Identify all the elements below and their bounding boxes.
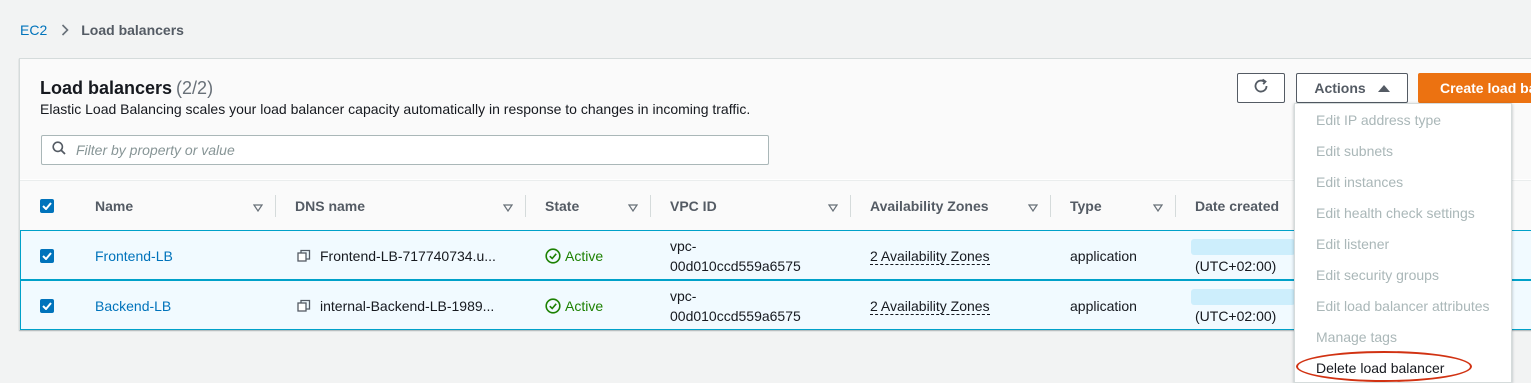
checkbox-checked-icon (42, 252, 52, 260)
column-vpc-label: VPC ID (670, 198, 717, 214)
status-text: Active (565, 298, 604, 314)
load-balancer-name-link[interactable]: Frontend-LB (95, 248, 173, 264)
type-cell: application (1070, 298, 1137, 314)
menu-item-edit-health-check-settings[interactable]: Edit health check settings (1295, 197, 1511, 228)
actions-label: Actions (1314, 80, 1366, 96)
column-divider (1175, 195, 1176, 217)
dns-name-text: internal-Backend-LB-1989... (320, 298, 495, 314)
column-header-az[interactable]: Availability Zones (870, 181, 1050, 231)
breadcrumb-ec2-link[interactable]: EC2 (20, 22, 47, 38)
create-label: Create load balancer (1440, 80, 1531, 96)
vpc-id-line1: vpc- (670, 288, 697, 304)
vpc-cell: vpc- 00d010ccd559a6575 (670, 231, 801, 281)
column-divider (1050, 195, 1051, 217)
type-cell: application (1070, 248, 1137, 264)
row-select-cell[interactable] (40, 281, 54, 331)
breadcrumb-current: Load balancers (81, 22, 184, 38)
vpc-id-line2: 00d010ccd559a6575 (670, 308, 801, 324)
selection-count: (2/2) (176, 78, 214, 98)
caret-up-icon (1377, 84, 1390, 92)
column-divider (850, 195, 851, 217)
page-title-text: Load balancers (40, 78, 173, 98)
copy-icon[interactable] (297, 299, 311, 313)
menu-item-edit-ip-address-type[interactable]: Edit IP address type (1295, 104, 1511, 135)
availability-zones-popover[interactable]: 2 Availability Zones (870, 298, 990, 315)
copy-icon[interactable] (297, 249, 311, 263)
row-checkbox[interactable] (40, 299, 54, 313)
dns-name-text: Frontend-LB-717740734.u... (320, 248, 496, 264)
page-title: Load balancers (2/2) (40, 78, 213, 99)
status-badge: Active (545, 298, 603, 314)
page-description: Elastic Load Balancing scales your load … (40, 101, 751, 117)
search-icon (52, 140, 66, 160)
column-name-label: Name (95, 198, 134, 214)
select-all-cell[interactable] (40, 181, 70, 231)
column-divider (525, 195, 526, 217)
state-cell: Active (545, 231, 603, 281)
menu-item-edit-load-balancer-attributes[interactable]: Edit load balancer attributes (1295, 290, 1511, 321)
date-timezone: (UTC+02:00) (1195, 308, 1277, 324)
column-header-vpc[interactable]: VPC ID (670, 181, 850, 231)
actions-button[interactable]: Actions (1296, 73, 1408, 103)
refresh-button[interactable] (1237, 73, 1285, 103)
az-cell: 2 Availability Zones (870, 281, 990, 331)
sort-icon[interactable] (1027, 199, 1039, 215)
refresh-icon (1252, 77, 1270, 100)
status-text: Active (565, 248, 604, 264)
name-cell: Frontend-LB (95, 231, 173, 281)
breadcrumb: EC2 Load balancers (20, 22, 184, 38)
menu-item-manage-tags[interactable]: Manage tags (1295, 321, 1511, 352)
select-all-checkbox[interactable] (40, 199, 54, 213)
check-circle-icon (545, 298, 561, 314)
create-load-balancer-button[interactable]: Create load balancer (1418, 73, 1531, 103)
column-type-label: Type (1070, 198, 1102, 214)
az-cell: 2 Availability Zones (870, 231, 990, 281)
check-circle-icon (545, 248, 561, 264)
load-balancer-name-link[interactable]: Backend-LB (95, 298, 171, 314)
column-divider (650, 195, 651, 217)
sort-icon[interactable] (252, 199, 264, 215)
row-select-cell[interactable] (40, 231, 54, 281)
column-date-label: Date created (1195, 198, 1280, 214)
vpc-cell: vpc- 00d010ccd559a6575 (670, 281, 801, 331)
date-cell: (UTC+02:00) (1195, 291, 1276, 341)
state-cell: Active (545, 281, 603, 331)
vpc-id-line1: vpc- (670, 238, 697, 254)
availability-zones-popover[interactable]: 2 Availability Zones (870, 248, 990, 265)
menu-item-edit-subnets[interactable]: Edit subnets (1295, 135, 1511, 166)
column-az-label: Availability Zones (870, 198, 989, 214)
name-cell: Backend-LB (95, 281, 171, 331)
menu-item-edit-instances[interactable]: Edit instances (1295, 166, 1511, 197)
column-header-type[interactable]: Type (1070, 181, 1175, 231)
filter-input[interactable] (76, 142, 736, 158)
filter-box[interactable] (41, 135, 769, 165)
column-header-dns[interactable]: DNS name (295, 181, 525, 231)
vpc-id-line2: 00d010ccd559a6575 (670, 258, 801, 274)
sort-icon[interactable] (502, 199, 514, 215)
dns-cell: internal-Backend-LB-1989... (297, 281, 494, 331)
actions-menu: Edit IP address type Edit subnets Edit i… (1294, 103, 1512, 383)
status-badge: Active (545, 248, 603, 264)
row-checkbox[interactable] (40, 249, 54, 263)
checkbox-checked-icon (42, 202, 52, 210)
menu-item-edit-security-groups[interactable]: Edit security groups (1295, 259, 1511, 290)
menu-item-delete-load-balancer[interactable]: Delete load balancer (1295, 352, 1511, 383)
menu-item-edit-listener[interactable]: Edit listener (1295, 228, 1511, 259)
column-header-date[interactable]: Date created (1195, 181, 1305, 231)
column-dns-label: DNS name (295, 198, 366, 214)
dns-cell: Frontend-LB-717740734.u... (297, 231, 496, 281)
date-timezone: (UTC+02:00) (1195, 258, 1277, 274)
column-header-name[interactable]: Name (95, 181, 275, 231)
sort-icon[interactable] (627, 199, 639, 215)
sort-icon[interactable] (827, 199, 839, 215)
checkbox-checked-icon (42, 302, 52, 310)
column-header-state[interactable]: State (545, 181, 650, 231)
sort-icon[interactable] (1152, 199, 1164, 215)
chevron-right-icon (61, 24, 69, 36)
column-divider (275, 195, 276, 217)
column-state-label: State (545, 198, 580, 214)
